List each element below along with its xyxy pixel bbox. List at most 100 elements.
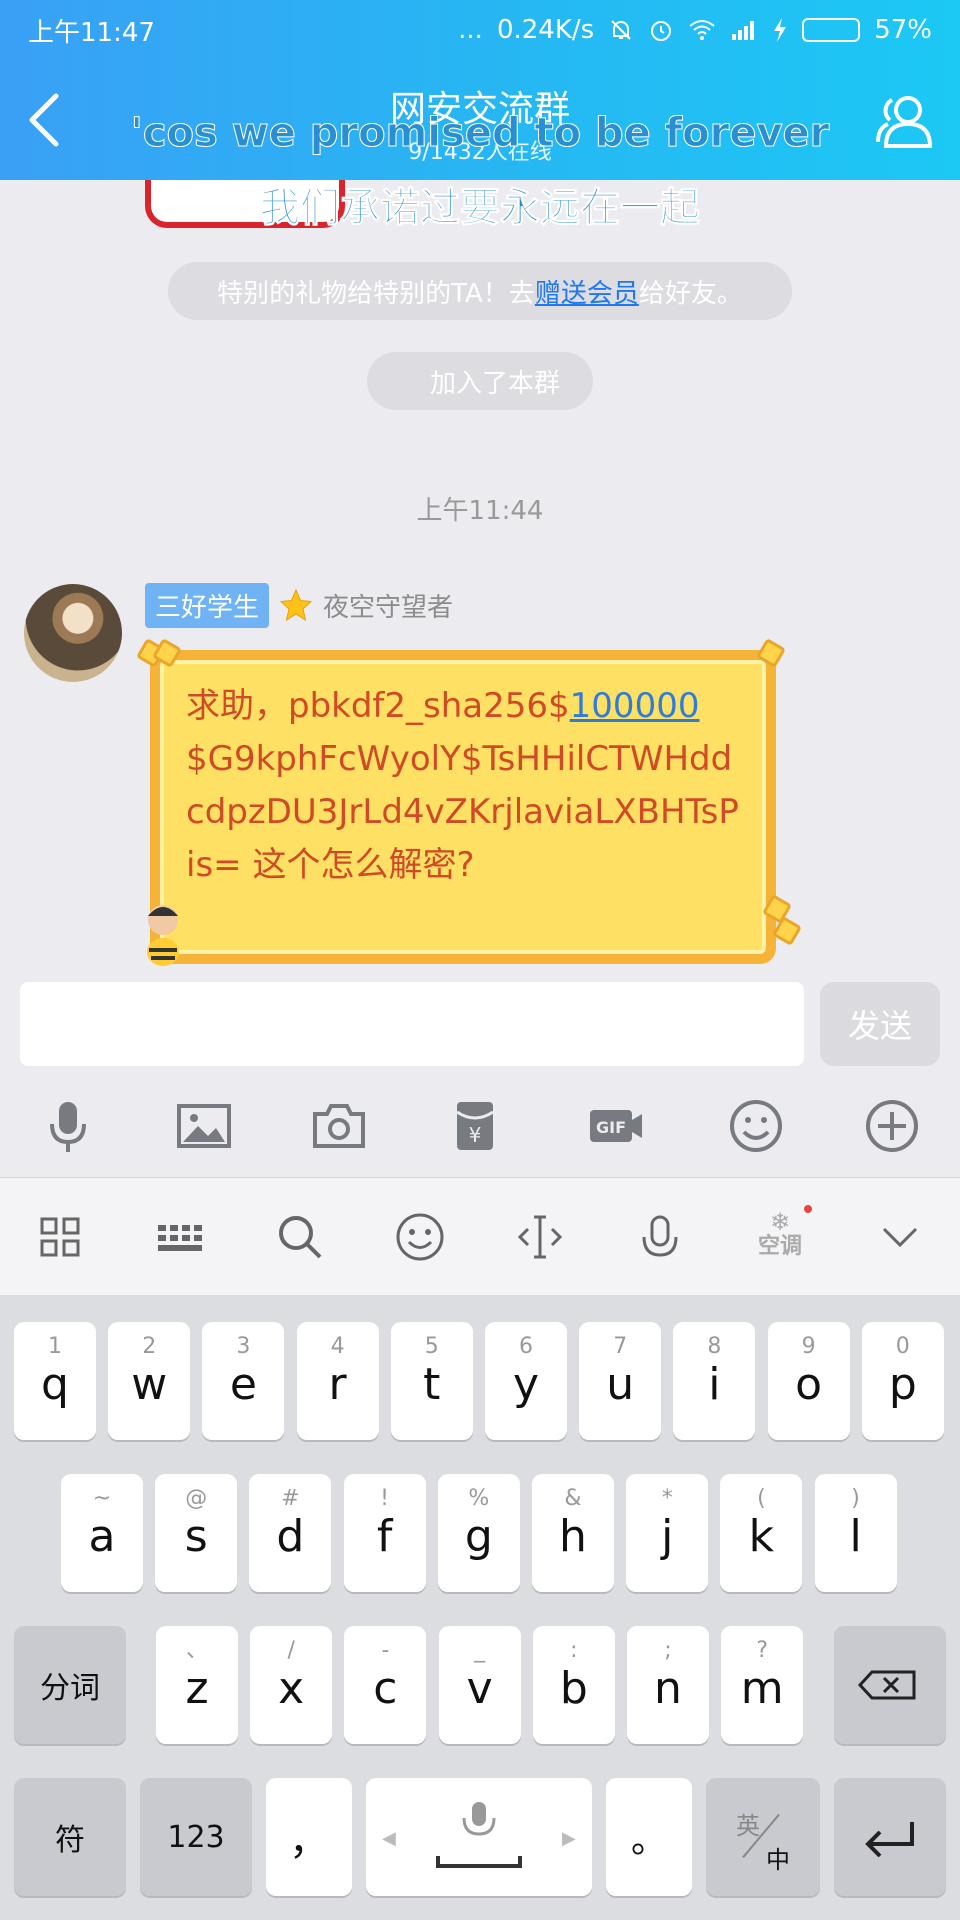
key-g[interactable]: % g: [437, 1474, 520, 1592]
key-v[interactable]: _ v: [438, 1626, 521, 1744]
input-bar: 发送: [0, 970, 960, 1074]
key-letter: y: [512, 1359, 540, 1410]
key-hint: -: [381, 1638, 390, 1663]
key-h[interactable]: & h: [532, 1474, 614, 1592]
key-hint: !: [380, 1486, 389, 1511]
message-input[interactable]: [20, 982, 804, 1066]
key-a[interactable]: ~ a: [61, 1474, 143, 1592]
message-bubble[interactable]: 求助，pbkdf2_sha256$100000 $G9kphFcWyolY$TsH…: [150, 650, 776, 964]
key-d[interactable]: # d: [249, 1474, 332, 1592]
key-letter: u: [606, 1359, 635, 1410]
key-letter: l: [849, 1511, 862, 1562]
message-number-link[interactable]: 100000: [570, 686, 700, 726]
backspace-key[interactable]: [834, 1626, 946, 1744]
key-e[interactable]: 3e: [202, 1322, 285, 1440]
key-f[interactable]: ! f: [343, 1474, 426, 1592]
chat-area[interactable]: 特别的礼物给特别的TA！去 赠送会员 给好友。 加入了本群 上午11:44 三好学生…: [0, 180, 960, 970]
image-icon[interactable]: [174, 1096, 234, 1156]
key-b[interactable]: :b: [532, 1626, 615, 1744]
key-hint: *: [661, 1486, 673, 1511]
camera-icon[interactable]: [309, 1096, 369, 1156]
key-hint: @: [185, 1486, 208, 1511]
svg-text:◀: ◀: [382, 1828, 396, 1849]
status-bar: 上午11:47 ... 0.24K/s 57%: [0, 0, 960, 60]
key-j[interactable]: * j: [626, 1474, 709, 1592]
gift-vip-link[interactable]: 赠送会员: [535, 273, 639, 310]
voice-input-icon[interactable]: [632, 1209, 688, 1265]
key-hint: 8: [707, 1334, 722, 1359]
emoji-icon[interactable]: [392, 1209, 448, 1265]
join-notice-text: 加入了本群: [429, 368, 560, 399]
chevron-down-icon[interactable]: [872, 1209, 928, 1265]
gift-notice: 特别的礼物给特别的TA！去 赠送会员 给好友。: [168, 262, 792, 320]
space-key[interactable]: ◀ ▶: [366, 1778, 592, 1896]
cursor-move-icon[interactable]: [512, 1209, 568, 1265]
member-title-badge: 三好学生: [145, 582, 270, 628]
key-hint: 7: [613, 1334, 628, 1359]
key-u[interactable]: 7u: [579, 1322, 662, 1440]
key-k[interactable]: (k: [720, 1474, 803, 1592]
number-key[interactable]: 123: [140, 1778, 252, 1896]
comma-key[interactable]: ，: [266, 1778, 352, 1896]
key-w[interactable]: 2w: [108, 1322, 191, 1440]
wifi-icon: [689, 20, 715, 40]
key-letter: c: [373, 1663, 398, 1714]
svg-text:¥: ¥: [469, 1123, 482, 1147]
key-q[interactable]: 1q: [14, 1322, 96, 1440]
emoji-icon[interactable]: [726, 1096, 786, 1156]
key-letter: k: [748, 1511, 775, 1562]
key-hint: 0: [895, 1334, 910, 1359]
key-hint: _: [474, 1638, 486, 1663]
key-hint: 2: [142, 1334, 157, 1359]
key-letter: i: [708, 1359, 721, 1410]
key-s[interactable]: @ s: [155, 1474, 238, 1592]
key-hint: 6: [519, 1334, 533, 1359]
key-hint: 3: [236, 1334, 251, 1359]
key-hint: ?: [756, 1638, 769, 1663]
keyboard-icon[interactable]: [152, 1209, 208, 1265]
air-conditioner-skin-button[interactable]: ❄ 空调: [752, 1204, 812, 1265]
key-y[interactable]: 6y: [485, 1322, 567, 1440]
key-letter: x: [278, 1663, 305, 1714]
key-t[interactable]: 5t: [390, 1322, 473, 1440]
key-m[interactable]: ? m: [721, 1626, 804, 1744]
message-text: 求助，pbkdf2_sha256$: [186, 686, 570, 726]
enter-key[interactable]: [834, 1778, 946, 1896]
status-speed: 0.24K/s: [496, 15, 595, 45]
period-key[interactable]: 。: [606, 1778, 692, 1896]
battery-icon: [802, 18, 861, 42]
space-mic-icon: ◀ ▶: [382, 1802, 576, 1868]
join-notice: 加入了本群: [367, 352, 593, 410]
svg-text:GIF: GIF: [596, 1118, 626, 1137]
microphone-icon[interactable]: [38, 1096, 98, 1156]
status-dots: ...: [458, 15, 483, 45]
key-c[interactable]: -c: [344, 1626, 427, 1744]
gif-icon[interactable]: GIF: [581, 1096, 651, 1156]
key-l[interactable]: ) l: [814, 1474, 897, 1592]
key-z[interactable]: 、 z: [156, 1626, 238, 1744]
sender-avatar[interactable]: [24, 584, 122, 682]
key-hint: /: [287, 1638, 295, 1663]
key-o[interactable]: 9o: [767, 1322, 850, 1440]
key-letter: s: [184, 1511, 208, 1562]
sender-info: 三好学生 夜空守望者: [145, 582, 453, 628]
red-packet-icon[interactable]: ¥: [445, 1096, 505, 1156]
send-button[interactable]: 发送: [820, 982, 940, 1066]
key-hint: :: [570, 1638, 578, 1663]
apps-grid-icon[interactable]: [32, 1209, 88, 1265]
key-i[interactable]: 8i: [673, 1322, 756, 1440]
key-x[interactable]: / x: [250, 1626, 333, 1744]
key-hint: ~: [92, 1486, 112, 1511]
lyric-chinese: 我们承诺过要永远在一起: [260, 185, 701, 232]
symbol-key[interactable]: 符: [14, 1778, 126, 1896]
language-switch-key[interactable]: 英 中: [706, 1778, 820, 1896]
search-icon[interactable]: [272, 1209, 328, 1265]
key-hint: 5: [424, 1334, 439, 1359]
segment-key[interactable]: 分词: [14, 1626, 126, 1744]
plus-icon[interactable]: [862, 1096, 922, 1156]
key-p[interactable]: 0p: [861, 1322, 944, 1440]
key-letter: p: [888, 1359, 917, 1410]
key-n[interactable]: ; n: [627, 1626, 709, 1744]
key-r[interactable]: 4r: [296, 1322, 379, 1440]
key-letter: v: [466, 1663, 493, 1714]
